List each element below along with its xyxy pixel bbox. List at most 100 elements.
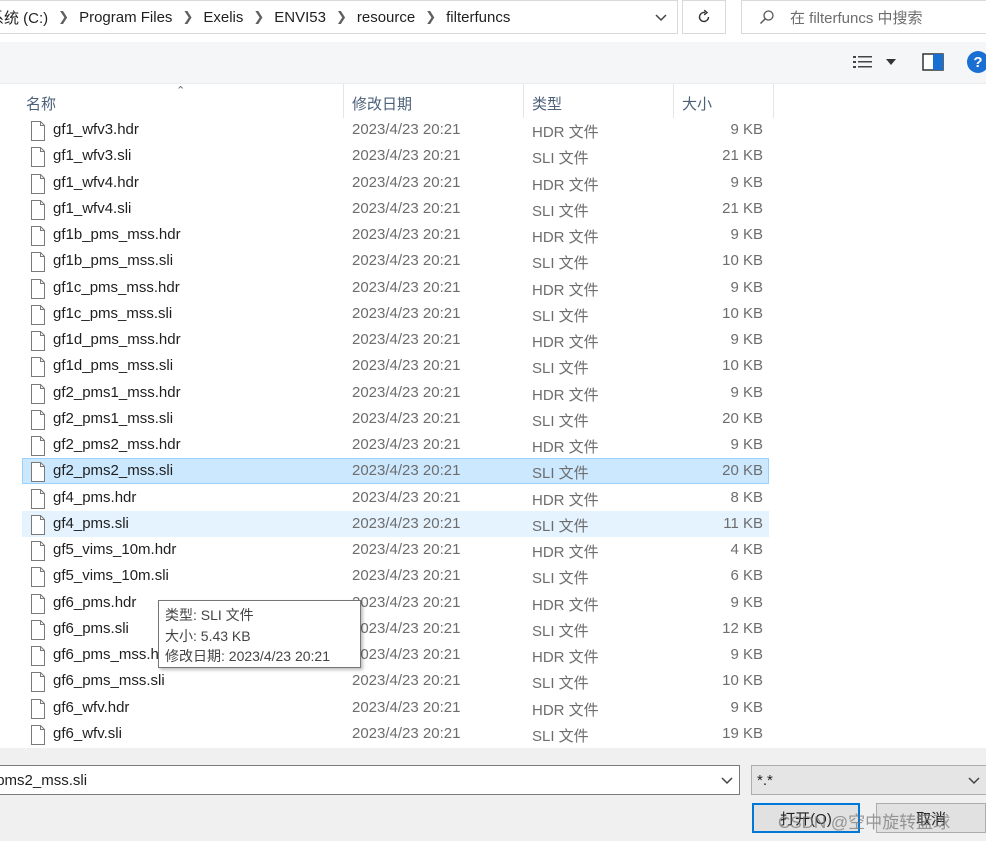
file-row[interactable]: gf1d_pms_mss.hdr 2023/4/23 20:21 HDR 文件 9 K… xyxy=(22,327,769,353)
file-icon xyxy=(31,304,45,325)
file-date: 2023/4/23 20:21 xyxy=(352,514,461,532)
filename-field[interactable]: gf2_pms2_mss.sli xyxy=(0,765,740,795)
file-icon xyxy=(31,409,45,430)
file-row[interactable]: gf1d_pms_mss.sli 2023/4/23 20:21 SLI 文件 10 … xyxy=(22,353,769,379)
file-row[interactable]: gf4_pms.hdr 2023/4/23 20:21 HDR 文件 8 KB xyxy=(22,485,769,511)
breadcrumb-label: filterfuncs xyxy=(446,8,511,26)
file-date: 2023/4/23 20:21 xyxy=(352,436,461,453)
file-date: 2023/4/23 20:21 xyxy=(352,724,461,742)
file-row[interactable]: gf1_wfv4.sli 2023/4/23 20:21 SLI 文件 21 KB xyxy=(22,196,769,222)
file-size: 9 KB xyxy=(730,121,763,138)
file-size: 20 KB xyxy=(722,409,763,427)
file-size: 9 KB xyxy=(730,436,763,453)
breadcrumb-resource[interactable]: resource xyxy=(354,1,418,33)
column-header-type[interactable]: 类型 xyxy=(524,84,674,118)
file-type: SLI 文件 xyxy=(532,150,589,168)
chevron-right-icon[interactable]: ❯ xyxy=(329,9,354,25)
file-row[interactable]: gf6_pms_mss.hdr 2023/4/23 20:21 HDR 文件 9 KB xyxy=(22,642,769,668)
chevron-right-icon[interactable]: ❯ xyxy=(175,9,200,25)
file-name: gf4_pms.hdr xyxy=(53,488,137,506)
file-size: 11 KB xyxy=(723,514,763,532)
breadcrumb-filterfuncs[interactable]: filterfuncs xyxy=(443,1,513,33)
file-size: 10 KB xyxy=(722,304,763,322)
file-type: SLI 文件 xyxy=(532,622,589,640)
file-type: SLI 文件 xyxy=(532,412,589,430)
file-date: 2023/4/23 20:21 xyxy=(352,278,461,296)
chevron-right-icon[interactable]: ❯ xyxy=(51,9,76,25)
file-size: 21 KB xyxy=(722,147,763,165)
file-icon xyxy=(31,147,45,168)
file-row[interactable]: gf6_pms.sli 2023/4/23 20:21 SLI 文件 12 KB xyxy=(22,616,769,642)
file-name: gf1d_pms_mss.sli xyxy=(53,357,174,375)
file-row[interactable]: gf1_wfv4.hdr 2023/4/23 20:21 HDR 文件 9 KB xyxy=(22,170,769,196)
file-icon xyxy=(31,357,45,378)
file-type-filter-value: *.* xyxy=(757,771,773,789)
file-icon xyxy=(31,331,45,351)
file-row[interactable]: gf6_wfv.hdr 2023/4/23 20:21 HDR 文件 9 KB xyxy=(22,695,769,721)
file-row[interactable]: gf6_wfv.sli 2023/4/23 20:21 SLI 文件 19 KB xyxy=(22,721,769,747)
column-header-date[interactable]: 修改日期 xyxy=(344,84,524,118)
file-name: gf6_wfv.hdr xyxy=(53,698,130,716)
file-icon xyxy=(31,278,45,299)
breadcrumb-label: Program Files xyxy=(79,8,173,26)
file-type: HDR 文件 xyxy=(532,229,599,246)
file-icon xyxy=(31,383,45,404)
file-row[interactable]: gf5_vims_10m.sli 2023/4/23 20:21 SLI 文件 6 K… xyxy=(22,563,769,589)
file-type: HDR 文件 xyxy=(532,334,599,351)
tooltip-type: 类型: SLI 文件 xyxy=(165,607,254,623)
file-date: 2023/4/23 20:21 xyxy=(352,383,461,401)
file-row[interactable]: gf6_pms.hdr 2023/4/23 20:21 HDR 文件 9 KB xyxy=(22,590,769,616)
file-name: gf1b_pms_mss.hdr xyxy=(53,226,181,243)
breadcrumb-envi53[interactable]: ENVI53 xyxy=(271,1,329,33)
file-row[interactable]: gf1b_pms_mss.hdr 2023/4/23 20:21 HDR 文件 9 K… xyxy=(22,222,769,248)
file-row[interactable]: gf5_vims_10m.hdr 2023/4/23 20:21 HDR 文件 4 K… xyxy=(22,537,769,563)
breadcrumb-program-files[interactable]: Program Files xyxy=(76,1,175,33)
breadcrumb-exelis[interactable]: Exelis xyxy=(200,1,246,33)
file-date: 2023/4/23 20:21 xyxy=(352,199,461,217)
file-date: 2023/4/23 20:21 xyxy=(352,567,461,585)
file-row[interactable]: gf6_pms_mss.sli 2023/4/23 20:21 SLI 文件 10 K… xyxy=(22,668,769,694)
file-size: 9 KB xyxy=(730,173,763,191)
address-history-dropdown[interactable] xyxy=(644,1,677,33)
help-button[interactable]: ? xyxy=(967,51,986,73)
refresh-button[interactable] xyxy=(682,0,726,34)
file-icon xyxy=(31,593,45,614)
file-size: 19 KB xyxy=(722,724,763,742)
file-size: 10 KB xyxy=(722,357,763,375)
preview-pane-button[interactable] xyxy=(922,53,944,75)
file-row[interactable]: gf4_pms.sli 2023/4/23 20:21 SLI 文件 11 KB xyxy=(22,510,769,537)
details-view-icon xyxy=(853,56,872,68)
file-size: 9 KB xyxy=(730,226,763,243)
view-options-button[interactable] xyxy=(852,54,896,70)
file-size: 9 KB xyxy=(730,278,763,296)
file-row[interactable]: gf2_pms2_mss.hdr 2023/4/23 20:21 HDR 文件 9 K… xyxy=(22,432,769,458)
chevron-right-icon[interactable]: ❯ xyxy=(246,9,271,25)
chevron-right-icon[interactable]: ❯ xyxy=(418,9,443,25)
file-row[interactable]: gf1_wfv3.hdr 2023/4/23 20:21 HDR 文件 9 KB xyxy=(22,117,769,143)
file-type: SLI 文件 xyxy=(532,727,589,745)
column-header-size[interactable]: 大小 xyxy=(674,84,774,118)
column-header-name[interactable]: 名称 xyxy=(18,84,344,118)
filename-history-dropdown[interactable] xyxy=(721,772,733,789)
file-icon xyxy=(31,252,45,273)
file-name: gf6_pms_mss.sli xyxy=(53,672,165,690)
file-row[interactable]: gf2_pms1_mss.sli 2023/4/23 20:21 SLI 文件 20 … xyxy=(22,406,769,432)
file-date: 2023/4/23 20:21 xyxy=(352,304,461,322)
address-bar[interactable]: 系统 (C:) ❯ Program Files ❯ Exelis ❯ ENVI5… xyxy=(0,0,678,34)
file-row[interactable]: gf1b_pms_mss.sli 2023/4/23 20:21 SLI 文件 10 … xyxy=(22,248,769,274)
file-row[interactable]: gf1c_pms_mss.hdr 2023/4/23 20:21 HDR 文件 9 K… xyxy=(22,275,769,301)
file-row[interactable]: gf1c_pms_mss.sli 2023/4/23 20:21 SLI 文件 10 … xyxy=(22,301,769,327)
file-type: HDR 文件 xyxy=(532,544,599,561)
file-icon xyxy=(31,462,45,483)
file-type: HDR 文件 xyxy=(532,124,599,141)
file-name: gf2_pms1_mss.sli xyxy=(53,409,174,427)
file-row[interactable]: gf1_wfv3.sli 2023/4/23 20:21 SLI 文件 21 KB xyxy=(22,143,769,169)
file-type-filter-select[interactable]: *.* xyxy=(751,765,986,795)
search-input[interactable]: 在 filterfuncs 中搜索 xyxy=(741,0,986,34)
column-header-label: 名称 xyxy=(26,96,57,113)
file-type: SLI 文件 xyxy=(532,255,589,273)
filter-dropdown-arrow[interactable] xyxy=(968,772,980,789)
breadcrumb-drive[interactable]: 系统 (C:) xyxy=(0,1,51,33)
file-row[interactable]: gf2_pms1_mss.hdr 2023/4/23 20:21 HDR 文件 9 K… xyxy=(22,380,769,406)
file-row[interactable]: gf2_pms2_mss.sli 2023/4/23 20:21 SLI 文件 20 … xyxy=(22,458,769,485)
